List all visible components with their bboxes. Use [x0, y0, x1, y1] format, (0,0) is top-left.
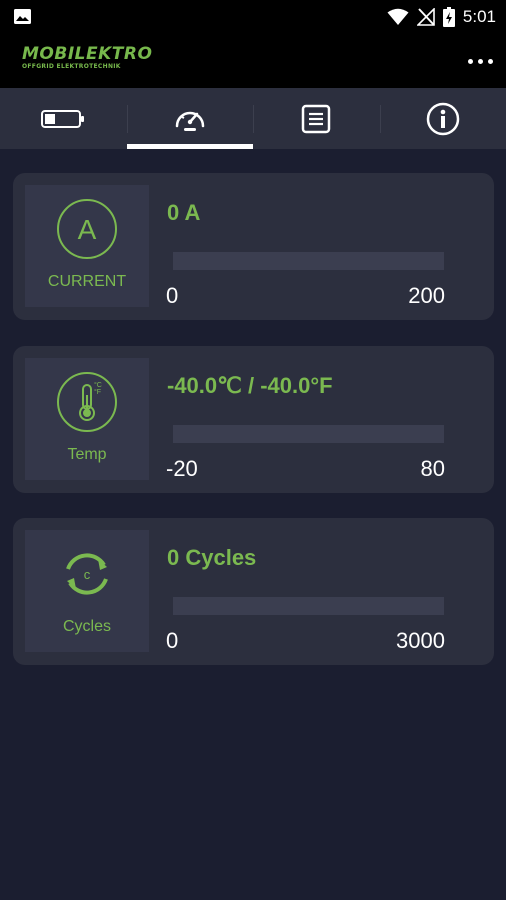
temp-min: -20	[166, 456, 198, 481]
current-value: 0 A	[167, 200, 201, 225]
temp-max: 80	[420, 456, 445, 481]
current-progress-bar	[173, 252, 444, 270]
speedometer-icon	[175, 111, 204, 131]
current-card: A CURRENT 0 A 0 200	[13, 173, 494, 320]
svg-text:°F: °F	[94, 388, 101, 396]
thermometer-icon: °C °F	[57, 372, 117, 432]
temp-label: Temp	[67, 446, 107, 463]
current-label: CURRENT	[47, 273, 127, 290]
cycles-value: 0 Cycles	[167, 545, 257, 570]
cycles-icon-panel: c Cycles	[25, 530, 149, 652]
list-icon	[302, 104, 331, 133]
cycles-progress-bar	[173, 597, 444, 615]
cycles-label: Cycles	[62, 618, 111, 635]
status-time: 5:01	[462, 7, 496, 26]
app-bar: MOBILEKTRO OFFGRID ELEKTROTECHNIK	[0, 34, 506, 88]
cycles-max: 3000	[396, 628, 445, 653]
tab-bar	[0, 88, 506, 149]
temp-value: -40.0℃ / -40.0°F	[167, 373, 333, 398]
temp-progress-bar	[173, 425, 444, 443]
tab-dashboard[interactable]	[126, 88, 254, 149]
wifi-icon	[387, 8, 409, 25]
app-logo: MOBILEKTRO OFFGRID ELEKTROTECHNIK	[22, 45, 152, 71]
info-icon	[426, 102, 459, 135]
tab-list[interactable]	[253, 88, 380, 149]
temp-card: °C °F Temp -40.0℃ / -40.0°F -20 80	[13, 346, 494, 493]
cycles-card: c Cycles 0 Cycles 0 3000	[13, 518, 494, 665]
cycles-min: 0	[166, 628, 179, 653]
svg-text:°C: °C	[94, 381, 102, 389]
battery-icon	[41, 109, 85, 128]
svg-text:A: A	[78, 214, 97, 245]
tab-info[interactable]	[379, 88, 506, 149]
current-max: 200	[408, 283, 445, 308]
status-bar: 5:01	[0, 0, 506, 34]
image-icon	[14, 9, 31, 24]
current-icon-panel: A CURRENT	[25, 185, 149, 307]
tab-battery[interactable]	[0, 88, 127, 149]
cycles-icon: c	[66, 553, 108, 595]
svg-text:c: c	[84, 567, 91, 582]
current-ampere-icon: A	[57, 199, 117, 259]
logo-subtitle: OFFGRID ELEKTROTECHNIK	[22, 63, 121, 70]
logo-title: MOBILEKTRO	[22, 44, 153, 64]
temp-icon-panel: °C °F Temp	[25, 358, 149, 480]
more-horizontal-icon[interactable]	[462, 47, 498, 75]
no-signal-icon	[416, 8, 435, 26]
battery-charging-icon	[442, 7, 455, 27]
current-min: 0	[166, 283, 179, 308]
